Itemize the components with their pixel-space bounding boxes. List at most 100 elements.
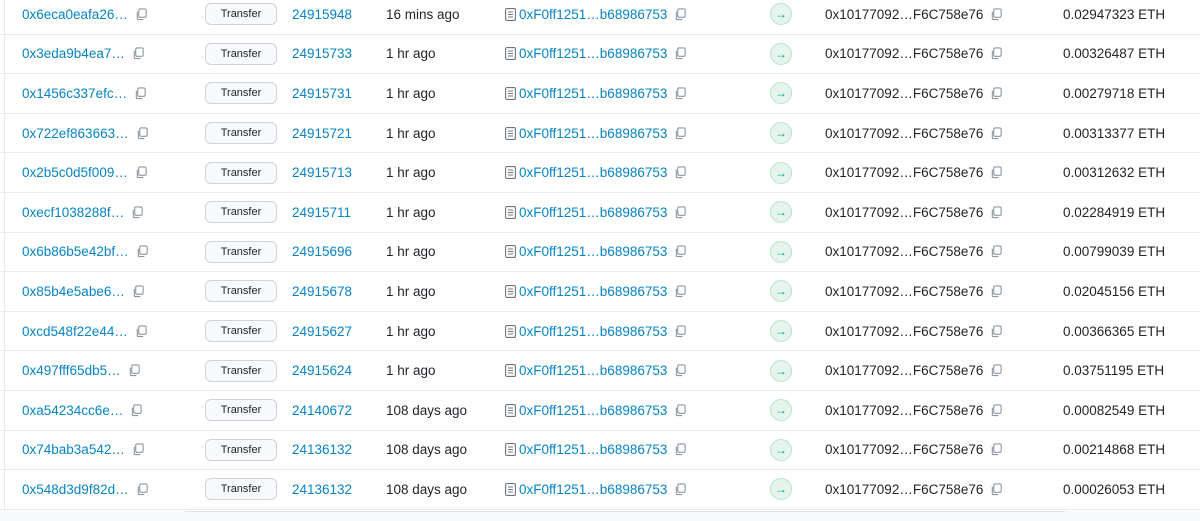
copy-icon[interactable] xyxy=(990,404,1003,417)
to-address[interactable]: 0x10177092…F6C758e76 xyxy=(825,403,983,418)
txn-hash-link[interactable]: 0xcd548f22e44… xyxy=(22,324,128,339)
from-address-link[interactable]: 0xF0ff1251…b68986753 xyxy=(519,284,667,299)
method-badge[interactable]: Transfer xyxy=(205,82,277,105)
block-number-link[interactable]: 24915721 xyxy=(292,126,352,141)
to-address[interactable]: 0x10177092…F6C758e76 xyxy=(825,7,983,22)
block-number-link[interactable]: 24915696 xyxy=(292,244,352,259)
method-badge[interactable]: Transfer xyxy=(205,3,277,26)
block-number-link[interactable]: 24915713 xyxy=(292,165,352,180)
copy-icon[interactable] xyxy=(132,443,145,456)
copy-icon[interactable] xyxy=(674,404,687,417)
copy-icon[interactable] xyxy=(990,443,1003,456)
txn-hash-link[interactable]: 0x85b4e5abe6… xyxy=(22,284,125,299)
copy-icon[interactable] xyxy=(674,8,687,21)
from-address-link[interactable]: 0xF0ff1251…b68986753 xyxy=(519,165,667,180)
txn-hash-link[interactable]: 0x722ef863663… xyxy=(22,126,129,141)
copy-icon[interactable] xyxy=(131,206,144,219)
to-address[interactable]: 0x10177092…F6C758e76 xyxy=(825,482,983,497)
copy-icon[interactable] xyxy=(674,324,687,338)
to-address[interactable]: 0x10177092…F6C758e76 xyxy=(825,284,983,299)
txn-hash-link[interactable]: 0x6b86b5e42bf… xyxy=(22,244,129,259)
block-number-link[interactable]: 24136132 xyxy=(292,482,352,497)
from-address-link[interactable]: 0xF0ff1251…b68986753 xyxy=(519,205,667,220)
copy-icon[interactable] xyxy=(134,87,147,100)
from-address-link[interactable]: 0xF0ff1251…b68986753 xyxy=(519,324,667,339)
txn-hash-link[interactable]: 0x1456c337efc… xyxy=(22,86,127,101)
to-address[interactable]: 0x10177092…F6C758e76 xyxy=(825,46,983,61)
to-address[interactable]: 0x10177092…F6C758e76 xyxy=(825,363,983,378)
copy-icon[interactable] xyxy=(990,166,1003,179)
copy-icon[interactable] xyxy=(674,206,687,219)
copy-icon[interactable] xyxy=(674,364,687,377)
to-address[interactable]: 0x10177092…F6C758e76 xyxy=(825,205,983,220)
block-number-link[interactable]: 24915948 xyxy=(292,7,352,22)
copy-icon[interactable] xyxy=(990,364,1003,377)
method-badge[interactable]: Transfer xyxy=(205,438,277,461)
copy-icon[interactable] xyxy=(990,285,1003,298)
to-address[interactable]: 0x10177092…F6C758e76 xyxy=(825,442,983,457)
copy-icon[interactable] xyxy=(990,87,1003,100)
txn-hash-link[interactable]: 0x2b5c0d5f009… xyxy=(22,165,128,180)
txn-hash-link[interactable]: 0x74bab3a542… xyxy=(22,442,125,457)
copy-icon[interactable] xyxy=(674,166,687,179)
from-address-link[interactable]: 0xF0ff1251…b68986753 xyxy=(519,86,667,101)
copy-icon[interactable] xyxy=(990,206,1003,219)
block-number-link[interactable]: 24915733 xyxy=(292,46,352,61)
to-address[interactable]: 0x10177092…F6C758e76 xyxy=(825,324,983,339)
to-address[interactable]: 0x10177092…F6C758e76 xyxy=(825,165,983,180)
copy-icon[interactable] xyxy=(128,364,141,377)
method-badge[interactable]: Transfer xyxy=(205,478,277,501)
copy-icon[interactable] xyxy=(674,126,687,140)
txn-hash-link[interactable]: 0xecf1038288f… xyxy=(22,205,124,220)
method-badge[interactable]: Transfer xyxy=(205,240,277,263)
copy-icon[interactable] xyxy=(674,245,687,258)
copy-icon[interactable] xyxy=(136,126,149,140)
to-address[interactable]: 0x10177092…F6C758e76 xyxy=(825,126,983,141)
method-badge[interactable]: Transfer xyxy=(205,280,277,303)
txn-hash-link[interactable]: 0x497fff65db5… xyxy=(22,363,121,378)
copy-icon[interactable] xyxy=(135,8,148,21)
method-badge[interactable]: Transfer xyxy=(205,359,277,382)
method-badge[interactable]: Transfer xyxy=(205,42,277,65)
from-address-link[interactable]: 0xF0ff1251…b68986753 xyxy=(519,442,667,457)
block-number-link[interactable]: 24915678 xyxy=(292,284,352,299)
from-address-link[interactable]: 0xF0ff1251…b68986753 xyxy=(519,482,667,497)
method-badge[interactable]: Transfer xyxy=(205,320,277,343)
method-badge[interactable]: Transfer xyxy=(205,201,277,224)
copy-icon[interactable] xyxy=(990,245,1003,258)
copy-icon[interactable] xyxy=(990,8,1003,21)
from-address-link[interactable]: 0xF0ff1251…b68986753 xyxy=(519,403,667,418)
copy-icon[interactable] xyxy=(130,404,143,417)
method-badge[interactable]: Transfer xyxy=(205,399,277,422)
block-number-link[interactable]: 24915731 xyxy=(292,86,352,101)
txn-hash-link[interactable]: 0x3eda9b4ea7… xyxy=(22,46,125,61)
from-address-link[interactable]: 0xF0ff1251…b68986753 xyxy=(519,244,667,259)
copy-icon[interactable] xyxy=(132,285,145,298)
copy-icon[interactable] xyxy=(674,285,687,298)
from-address-link[interactable]: 0xF0ff1251…b68986753 xyxy=(519,363,667,378)
copy-icon[interactable] xyxy=(135,166,148,179)
txn-hash-link[interactable]: 0x6eca0eafa26… xyxy=(22,7,128,22)
copy-icon[interactable] xyxy=(990,324,1003,338)
copy-icon[interactable] xyxy=(990,483,1003,496)
copy-icon[interactable] xyxy=(132,47,145,60)
copy-icon[interactable] xyxy=(674,483,687,496)
txn-hash-link[interactable]: 0x548d3d9f82d… xyxy=(22,482,129,497)
block-number-link[interactable]: 24915624 xyxy=(292,363,352,378)
method-badge[interactable]: Transfer xyxy=(205,161,277,184)
from-address-link[interactable]: 0xF0ff1251…b68986753 xyxy=(519,7,667,22)
block-number-link[interactable]: 24915711 xyxy=(292,205,351,220)
copy-icon[interactable] xyxy=(674,47,687,60)
block-number-link[interactable]: 24140672 xyxy=(292,403,352,418)
copy-icon[interactable] xyxy=(136,483,149,496)
copy-icon[interactable] xyxy=(674,87,687,100)
from-address-link[interactable]: 0xF0ff1251…b68986753 xyxy=(519,126,667,141)
block-number-link[interactable]: 24915627 xyxy=(292,324,352,339)
copy-icon[interactable] xyxy=(136,245,149,258)
method-badge[interactable]: Transfer xyxy=(205,122,277,145)
from-address-link[interactable]: 0xF0ff1251…b68986753 xyxy=(519,46,667,61)
copy-icon[interactable] xyxy=(990,126,1003,140)
to-address[interactable]: 0x10177092…F6C758e76 xyxy=(825,244,983,259)
copy-icon[interactable] xyxy=(135,324,148,338)
block-number-link[interactable]: 24136132 xyxy=(292,442,352,457)
